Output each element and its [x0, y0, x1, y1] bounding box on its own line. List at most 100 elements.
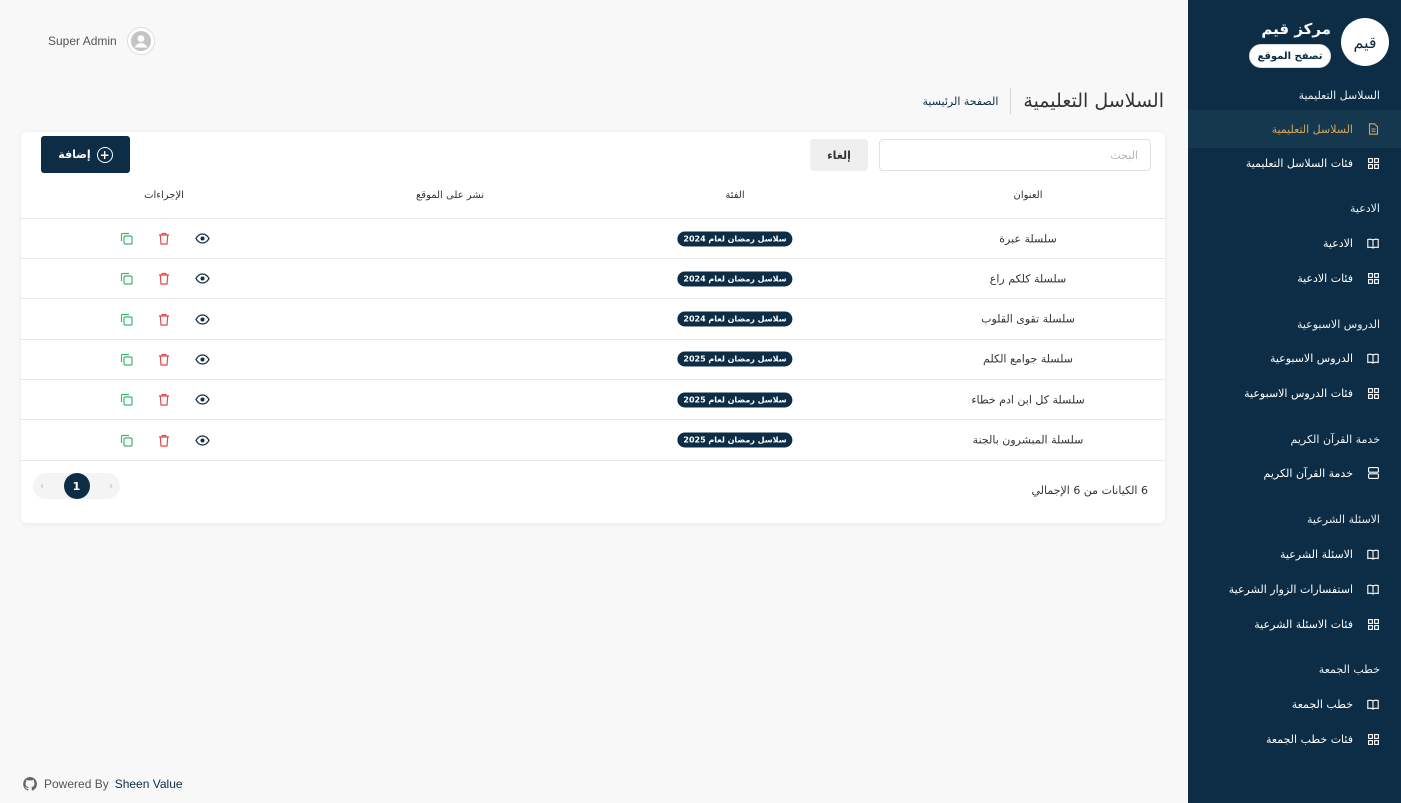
eye-icon: [194, 273, 210, 284]
series-table-card: + إضافة إلغاء العنوان الفئة نشر على المو…: [21, 132, 1165, 523]
user-menu[interactable]: Super Admin: [48, 27, 155, 55]
copy-button[interactable]: [118, 271, 134, 287]
grid-icon: [1367, 618, 1379, 630]
add-button[interactable]: + إضافة: [41, 136, 130, 173]
delete-button[interactable]: [156, 351, 172, 367]
copy-icon: [120, 232, 133, 245]
book-icon: [1367, 352, 1379, 364]
page-number-button[interactable]: 1: [63, 473, 90, 499]
footer: Powered By Sheen Value: [22, 776, 183, 792]
category-badge: سلاسل رمضان لعام 2025: [677, 392, 793, 408]
sidebar-item-visitor-inquiries[interactable]: استفسارات الزوار الشرعية: [1188, 570, 1401, 608]
eye-icon: [194, 434, 210, 446]
sidebar-item-series[interactable]: السلاسل التعليمية: [1188, 110, 1401, 148]
copy-icon: [120, 353, 133, 366]
book-icon: [1367, 237, 1379, 249]
view-button[interactable]: [194, 351, 210, 367]
sidebar-item-label: خطب الجمعة: [1291, 697, 1353, 711]
view-button[interactable]: [194, 432, 210, 448]
sidebar-item-quran-service[interactable]: خدمة القرآن الكريم: [1188, 454, 1401, 492]
next-page-button[interactable]: ›: [109, 481, 113, 492]
total-count: 6 الكيانات من 6 الإجمالي: [1031, 484, 1148, 497]
sidebar-item-label: فئات الادعية: [1297, 271, 1353, 285]
row-title: سلسلة كل ابن ادم خطاء: [971, 393, 1085, 407]
section-title-sharia-questions: الاسئلة الشرعية: [1307, 513, 1380, 526]
brand-name: مركز قيم: [1261, 20, 1331, 38]
document-icon: [1367, 123, 1379, 135]
brand: قيم مركز قيم تصفح الموقع: [1199, 18, 1389, 74]
table-row: سلسلة عبرة سلاسل رمضان لعام 2024: [21, 219, 1165, 259]
sidebar-item-label: استفسارات الزوار الشرعية: [1228, 582, 1353, 596]
sidebar-item-supplications[interactable]: الادعية: [1188, 224, 1401, 262]
copy-button[interactable]: [118, 432, 134, 448]
header-title: العنوان: [1013, 190, 1043, 201]
view-button[interactable]: [194, 392, 210, 408]
sheen-value-link[interactable]: Sheen Value: [115, 777, 183, 791]
copy-button[interactable]: [118, 231, 134, 247]
section-title-weekly-lessons: الدروس الاسبوعية: [1296, 318, 1380, 331]
table-row: سلسلة كلكم راع سلاسل رمضان لعام 2024: [21, 259, 1165, 300]
copy-button[interactable]: [118, 392, 134, 408]
search-input[interactable]: [879, 139, 1151, 171]
sidebar-item-weekly-lessons[interactable]: الدروس الاسبوعية: [1188, 339, 1401, 377]
sidebar-item-weekly-lesson-categories[interactable]: فئات الدروس الاسبوعية: [1188, 374, 1401, 412]
delete-button[interactable]: [156, 271, 172, 287]
copy-button[interactable]: [118, 351, 134, 367]
header-publish: نشر على الموقع: [415, 190, 485, 201]
grid-icon: [1367, 733, 1379, 745]
trash-icon: [159, 273, 169, 285]
user-icon: [130, 31, 151, 51]
sidebar-item-label: خدمة القرآن الكريم: [1263, 466, 1353, 480]
delete-button[interactable]: [156, 311, 172, 327]
trash-icon: [159, 434, 169, 447]
book-icon: [1367, 583, 1379, 595]
table-row: سلسلة المبشرون بالجنة سلاسل رمضان لعام 2…: [21, 421, 1165, 461]
browse-site-button[interactable]: تصفح الموقع: [1249, 44, 1331, 68]
category-badge: سلاسل رمضان لعام 2024: [677, 231, 793, 246]
view-button[interactable]: [194, 311, 210, 327]
cancel-button[interactable]: إلغاء: [810, 139, 868, 171]
delete-button[interactable]: [156, 392, 172, 408]
view-button[interactable]: [194, 231, 210, 247]
view-button[interactable]: [194, 271, 210, 287]
sidebar-item-sharia-question-categories[interactable]: فئات الاسئلة الشرعية: [1188, 605, 1401, 643]
header-actions: الإجراءات: [144, 190, 184, 201]
eye-icon: [194, 394, 210, 405]
sidebar-item-friday-sermons[interactable]: خطب الجمعة: [1188, 685, 1401, 723]
sidebar-item-series-categories[interactable]: فئات السلاسل التعليمية: [1188, 144, 1401, 182]
grid-icon: [1367, 387, 1379, 399]
row-title: سلسلة كلكم راع: [989, 272, 1067, 286]
powered-by-text: Powered By: [44, 777, 109, 791]
avatar[interactable]: [126, 27, 155, 55]
sidebar: قيم مركز قيم تصفح الموقع السلاسل التعليم…: [1188, 0, 1401, 803]
delete-button[interactable]: [156, 432, 172, 448]
sidebar-item-supplication-categories[interactable]: فئات الادعية: [1188, 259, 1401, 297]
logo: قيم: [1341, 18, 1389, 66]
trash-icon: [159, 232, 169, 245]
copy-button[interactable]: [118, 311, 134, 327]
page-header: السلاسل التعليمية الصفحة الرئيسية: [922, 88, 1164, 114]
sidebar-item-label: الادعية: [1322, 236, 1353, 250]
sidebar-item-label: الدروس الاسبوعية: [1269, 351, 1353, 365]
trash-icon: [159, 313, 169, 326]
category-badge: سلاسل رمضان لعام 2024: [677, 311, 793, 327]
header-category: الفئة: [725, 190, 745, 201]
sidebar-item-label: فئات السلاسل التعليمية: [1245, 156, 1353, 170]
sidebar-item-friday-sermon-categories[interactable]: فئات خطب الجمعة: [1188, 720, 1401, 758]
breadcrumb-home[interactable]: الصفحة الرئيسية: [922, 95, 998, 108]
github-icon: [23, 777, 37, 791]
sidebar-item-sharia-questions[interactable]: الاسئلة الشرعية: [1188, 535, 1401, 573]
table-row: سلسلة كل ابن ادم خطاء سلاسل رمضان لعام 2…: [21, 380, 1165, 421]
add-button-label: إضافة: [58, 148, 91, 161]
eye-icon: [194, 233, 210, 244]
delete-button[interactable]: [156, 231, 172, 247]
trash-icon: [159, 353, 169, 366]
category-badge: سلاسل رمضان لعام 2024: [677, 271, 793, 287]
book-icon: [1367, 698, 1379, 710]
section-title-series: السلاسل التعليمية: [1298, 89, 1380, 102]
section-title-friday-sermons: خطب الجمعة: [1318, 663, 1380, 676]
table-row: سلسلة جوامع الكلم سلاسل رمضان لعام 2025: [21, 340, 1165, 380]
copy-icon: [120, 394, 133, 406]
sidebar-item-label: فئات الاسئلة الشرعية: [1254, 617, 1353, 631]
prev-page-button[interactable]: ‹: [40, 481, 44, 492]
